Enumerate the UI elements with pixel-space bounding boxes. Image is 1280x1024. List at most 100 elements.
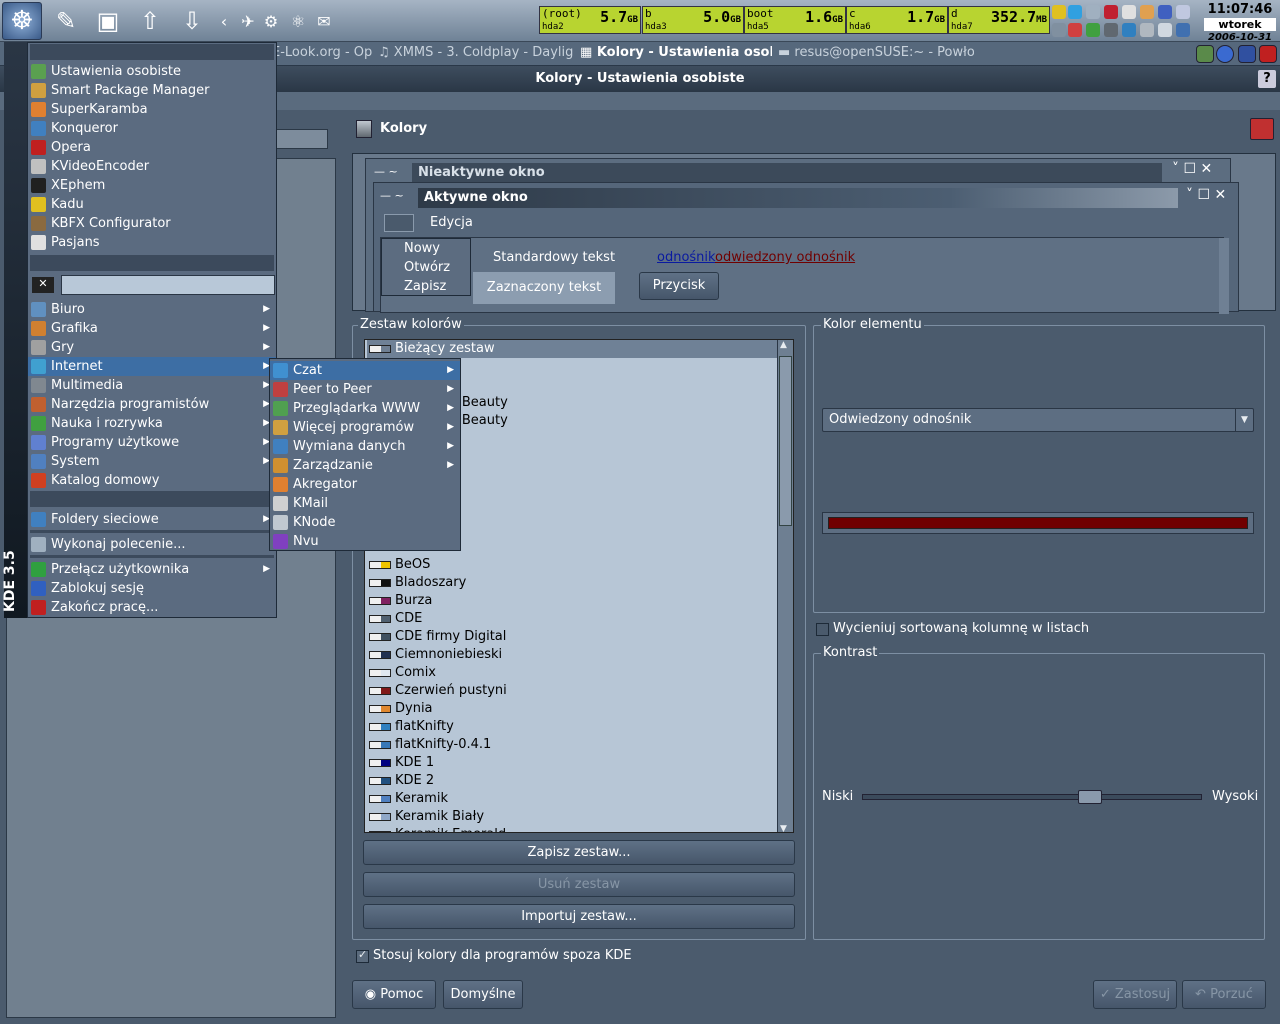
scheme-list-item[interactable]: KDE 2 — [367, 772, 777, 790]
task-button[interactable]: ♫ XMMS - 3. Coldplay - Dayligh — [378, 45, 574, 63]
scheme-list-item[interactable]: KDE 1 — [367, 754, 777, 772]
contrast-slider[interactable] — [862, 790, 1202, 804]
scheme-list-item[interactable]: Dynia — [367, 700, 777, 718]
import-scheme-button[interactable]: Importuj zestaw... — [363, 904, 795, 929]
apply-nonkde-checkbox[interactable]: ✓ — [356, 948, 369, 963]
color-preview[interactable]: — ~ Nieaktywne okno ˅ ☐ ✕ — ~ Aktywne ok… — [352, 153, 1276, 314]
menu-item[interactable]: Czat ▶ — [270, 361, 460, 380]
skype-icon[interactable] — [1068, 5, 1082, 19]
defaults-button[interactable]: Domyślne — [443, 980, 523, 1009]
task-button-active[interactable]: ▦ Kolory - Ustawienia osobiste — [580, 45, 772, 63]
menu-item[interactable]: Akregator — [270, 475, 460, 494]
menu-item-run-command[interactable]: Wykonaj polecenie... — [28, 535, 276, 554]
menu-item[interactable]: Internet ▶ — [28, 357, 276, 376]
task-button[interactable]: ▬ resus@openSUSE:~ - Powłok — [778, 45, 974, 63]
menu-item[interactable]: Zablokuj sesję — [28, 579, 276, 598]
menu-item[interactable]: Nauka i rozrywka ▶ — [28, 414, 276, 433]
disk-icon[interactable] — [1104, 23, 1118, 37]
menu-item-network-folders[interactable]: Foldery sieciowe ▶ — [28, 510, 276, 529]
calendar-icon[interactable] — [1068, 23, 1082, 37]
menu-item[interactable]: Wymiana danych ▶ — [270, 437, 460, 456]
menu-item[interactable]: Zarządzanie ▶ — [270, 456, 460, 475]
menu-item[interactable]: System ▶ — [28, 452, 276, 471]
menu-item[interactable]: Przełącz użytkownika ▶ — [28, 560, 276, 579]
disk-monitor[interactable]: b hda3 5.0GB — [642, 6, 744, 34]
keyboard-icon[interactable] — [1176, 23, 1190, 37]
lock-icon[interactable] — [1238, 45, 1256, 63]
clock[interactable]: 11:07:46 wtorek 2006-10-31 — [1202, 2, 1278, 43]
kopete-icon[interactable] — [1140, 5, 1154, 19]
menu-item[interactable]: Pasjans — [28, 233, 276, 252]
weather-icon[interactable] — [1052, 5, 1066, 19]
help-bottom-button[interactable]: ◉ Pomoc — [352, 980, 436, 1009]
save-scheme-button[interactable]: Zapisz zestaw... — [363, 840, 795, 865]
opera-tray-icon[interactable] — [1104, 5, 1118, 19]
monitor-icon[interactable] — [1122, 23, 1136, 37]
task-button[interactable]: E-Look.org - Op — [272, 45, 374, 63]
menu-item[interactable]: Programy użytkowe ▶ — [28, 433, 276, 452]
menu-item[interactable]: Grafika ▶ — [28, 319, 276, 338]
editor-launcher-icon[interactable]: ✎ — [48, 3, 84, 39]
clipboard-icon[interactable] — [1158, 23, 1172, 37]
help-button[interactable]: ? — [1258, 70, 1276, 88]
lifebuoy-icon[interactable] — [1250, 118, 1274, 140]
scheme-list-item[interactable]: CDE — [367, 610, 777, 628]
chevron-up-icon[interactable]: ▲ — [780, 340, 787, 350]
disk-monitor[interactable]: d hda7 352.7MB — [948, 6, 1050, 34]
menu-item[interactable]: Multimedia ▶ — [28, 376, 276, 395]
element-select[interactable]: Odwiedzony odnośnik ▼ — [822, 408, 1254, 432]
chevron-down-icon[interactable]: ▼ — [780, 824, 787, 832]
menu-item[interactable]: Więcej programów ▶ — [270, 418, 460, 437]
scheme-list-item[interactable]: Bieżący zestaw — [367, 340, 777, 358]
menu-item[interactable]: Ustawienia osobiste — [28, 62, 276, 81]
menu-item[interactable]: Zakończ pracę... — [28, 598, 276, 617]
search-input[interactable] — [276, 129, 328, 149]
scheme-list-item[interactable]: Czerwień pustyni — [367, 682, 777, 700]
network-icon[interactable]: ⚛ — [286, 3, 310, 39]
menu-item[interactable]: KMail — [270, 494, 460, 513]
menu-item[interactable]: Opera — [28, 138, 276, 157]
mail-icon[interactable]: ✉ — [312, 3, 336, 39]
desktop-launcher-icon[interactable]: ▣ — [90, 3, 126, 39]
menu-item[interactable]: SuperKaramba — [28, 100, 276, 119]
menu-item[interactable]: XEphem — [28, 176, 276, 195]
remove-scheme-button[interactable]: Usuń zestaw — [363, 872, 795, 897]
shade-sorted-checkbox[interactable] — [816, 623, 829, 636]
scheme-list-item[interactable]: Ciemnoniebieski — [367, 646, 777, 664]
menu-item[interactable]: KNode — [270, 513, 460, 532]
arrow-down-icon[interactable]: ⇩ — [174, 3, 210, 39]
scheme-list-item[interactable]: Keramik Biały — [367, 808, 777, 826]
menu-item[interactable]: Nvu — [270, 532, 460, 551]
globe-icon[interactable] — [1158, 5, 1172, 19]
disk-monitor[interactable]: c hda6 1.7GB — [846, 6, 948, 34]
pencil-icon[interactable] — [1196, 45, 1214, 63]
quick-search-input[interactable] — [61, 275, 275, 295]
menu-item[interactable]: Przeglądarka WWW ▶ — [270, 399, 460, 418]
menu-item[interactable]: Narzędzia programistów ▶ — [28, 395, 276, 414]
scheme-list-item[interactable]: Burza — [367, 592, 777, 610]
scheme-list-item[interactable]: CDE firmy Digital — [367, 628, 777, 646]
apply-button[interactable]: ✓ Zastosuj — [1093, 980, 1177, 1009]
logout-icon[interactable] — [1259, 45, 1277, 63]
notes-icon[interactable] — [1122, 5, 1136, 19]
menu-item[interactable]: Biuro ▶ — [28, 300, 276, 319]
menu-item[interactable]: Gry ▶ — [28, 338, 276, 357]
chevron-left-icon[interactable]: ‹ — [216, 3, 232, 39]
k-menu-button[interactable]: ☸ — [2, 2, 42, 40]
scheme-list-item[interactable]: Keramik Emerald — [367, 826, 777, 832]
scheme-list-item[interactable]: BeOS — [367, 556, 777, 574]
menu-item[interactable]: Peer to Peer ▶ — [270, 380, 460, 399]
arrow-up-icon[interactable]: ⇧ — [132, 3, 168, 39]
contrast-slider-handle[interactable] — [1078, 790, 1102, 804]
scheme-list-item[interactable]: Bladoszary — [367, 574, 777, 592]
menu-item[interactable]: Kadu — [28, 195, 276, 214]
disk-monitor[interactable]: (root) hda2 5.7GB — [539, 6, 641, 34]
element-color-button[interactable] — [822, 512, 1254, 534]
blue-orb-icon[interactable] — [1216, 45, 1234, 63]
scheme-list-scrollbar[interactable]: ▲ ▼ — [777, 340, 793, 832]
clear-search-icon[interactable]: ✕ — [32, 277, 54, 293]
update-icon[interactable] — [1086, 23, 1100, 37]
menu-item[interactable]: Katalog domowy — [28, 471, 276, 490]
speaker-icon[interactable] — [1140, 23, 1154, 37]
disk-monitor[interactable]: boot hda5 1.6GB — [744, 6, 846, 34]
